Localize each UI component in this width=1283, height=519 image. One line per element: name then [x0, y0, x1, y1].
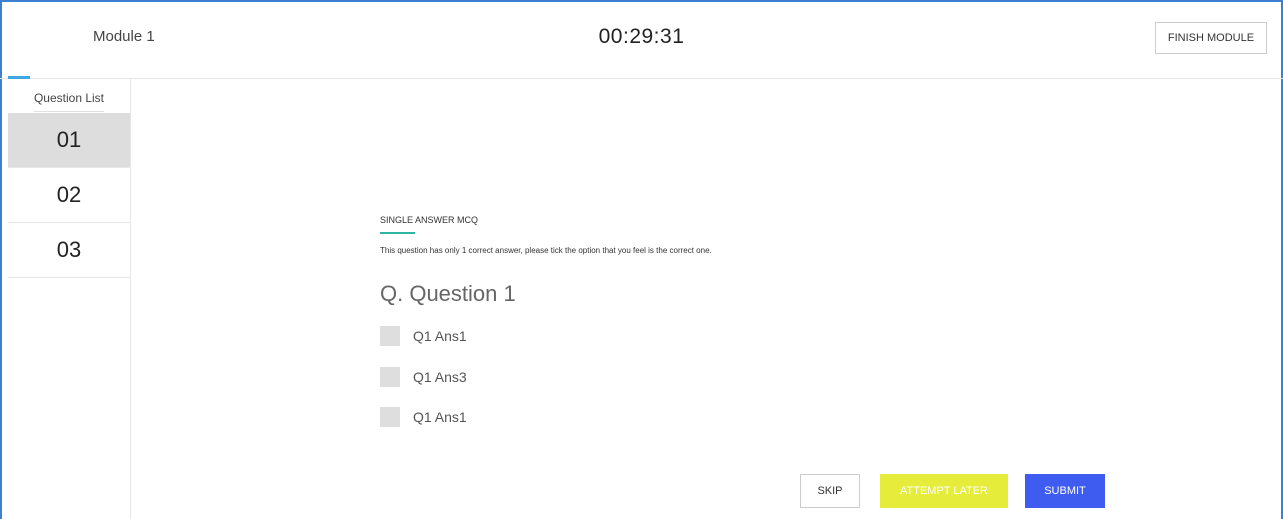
skip-button[interactable]: SKIP: [800, 474, 860, 508]
question-list-heading: Question List: [33, 91, 105, 105]
question-item-02[interactable]: 02: [8, 168, 130, 223]
question-list-sidebar: Question List 01 02 03: [8, 79, 131, 519]
submit-button[interactable]: SUBMIT: [1025, 474, 1105, 508]
question-item-03[interactable]: 03: [8, 223, 130, 278]
question-instructions: This question has only 1 correct answer,…: [380, 246, 712, 255]
question-type-label: SINGLE ANSWER MCQ: [380, 215, 479, 225]
option-checkbox[interactable]: [380, 326, 400, 346]
question-type-underline: [380, 232, 415, 234]
question-title: Q. Question 1: [380, 281, 516, 306]
option-checkbox[interactable]: [380, 367, 400, 387]
countdown-timer: 00:29:31: [598, 25, 685, 48]
option-label: Q1 Ans1: [413, 409, 467, 425]
option-label: Q1 Ans3: [413, 369, 467, 385]
heading-divider: [34, 111, 104, 112]
header-bar: Module 1 00:29:31 FINISH MODULE: [0, 0, 1283, 79]
finish-module-button[interactable]: FINISH MODULE: [1155, 22, 1267, 54]
option-checkbox[interactable]: [380, 407, 400, 427]
answer-option-3[interactable]: Q1 Ans1: [380, 407, 467, 427]
answer-option-2[interactable]: Q1 Ans3: [380, 367, 467, 387]
attempt-later-button[interactable]: ATTEMPT LATER: [880, 474, 1008, 508]
answer-option-1[interactable]: Q1 Ans1: [380, 326, 467, 346]
question-item-01[interactable]: 01: [8, 113, 130, 168]
option-label: Q1 Ans1: [413, 328, 467, 344]
